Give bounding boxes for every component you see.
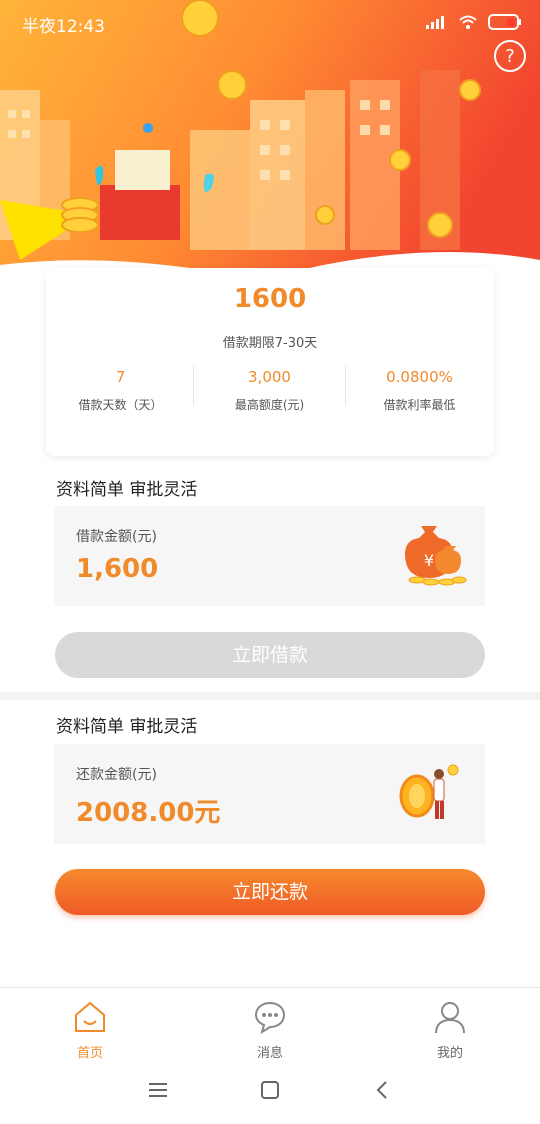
repay-amount-label: 还款金额(元) bbox=[76, 767, 157, 783]
wifi-icon bbox=[459, 15, 477, 29]
repay-section-title: 资料简单 审批灵活 bbox=[56, 717, 198, 737]
menu-icon[interactable] bbox=[149, 1082, 167, 1098]
home-icon bbox=[75, 1001, 105, 1032]
help-icon[interactable]: ? bbox=[494, 40, 526, 72]
repay-amount-value: 2008.00元 bbox=[76, 798, 221, 828]
stat-value: 0.0800% bbox=[386, 368, 453, 386]
loan-section-title: 资料简单 审批灵活 bbox=[56, 480, 198, 500]
money-bag-icon: ¥ bbox=[405, 526, 467, 586]
stat-days: 7 借款天数（天） bbox=[46, 368, 195, 413]
stat-label: 借款天数（天） bbox=[78, 398, 163, 412]
nav-label-messages: 消息 bbox=[256, 1046, 283, 1061]
system-nav-bar bbox=[0, 1062, 540, 1124]
back-icon[interactable] bbox=[376, 1081, 388, 1099]
signal-icon bbox=[426, 16, 444, 29]
nav-label-home: 首页 bbox=[76, 1046, 103, 1061]
nav-label-profile: 我的 bbox=[436, 1046, 463, 1061]
status-time: 半夜12:43 bbox=[22, 17, 105, 37]
summary-card: 1600 借款期限7-30天 7 借款天数（天） 3,000 最高额度(元) 0… bbox=[46, 268, 494, 456]
status-bar: 半夜12:43 bbox=[0, 0, 540, 44]
loan-amount-box: 借款金额(元) 1,600 ¥ bbox=[54, 506, 485, 606]
stat-label: 借款利率最低 bbox=[383, 398, 456, 412]
nav-item-home[interactable]: 首页 bbox=[30, 1000, 150, 1061]
user-icon bbox=[435, 1002, 465, 1034]
stat-divider bbox=[193, 366, 194, 406]
loan-amount-label: 借款金额(元) bbox=[76, 529, 157, 545]
section-separator bbox=[0, 692, 540, 700]
nav-item-profile[interactable]: 我的 bbox=[390, 1000, 510, 1061]
repay-now-button[interactable]: 立即还款 bbox=[55, 869, 485, 915]
battery-icon bbox=[488, 14, 521, 30]
loan-amount-value: 1,600 bbox=[76, 554, 159, 584]
bottom-nav: 首页 消息 我的 bbox=[0, 987, 540, 1063]
status-icons bbox=[426, 12, 522, 32]
home-square-icon[interactable] bbox=[261, 1081, 279, 1099]
headline-amount: 1600 bbox=[233, 284, 307, 314]
loan-period: 借款期限7-30天 bbox=[222, 336, 318, 351]
borrow-now-button[interactable]: 立即借款 bbox=[55, 632, 485, 678]
repay-amount-box: 还款金额(元) 2008.00元 bbox=[54, 744, 485, 844]
stat-value: 7 bbox=[115, 368, 126, 386]
svg-text:¥: ¥ bbox=[424, 551, 434, 570]
coin-person-icon bbox=[399, 764, 459, 819]
stat-value: 3,000 bbox=[248, 368, 291, 386]
stat-max-amount: 3,000 最高额度(元) bbox=[195, 368, 344, 413]
nav-item-messages[interactable]: 消息 bbox=[210, 1000, 330, 1061]
stat-label: 最高额度(元) bbox=[234, 398, 305, 412]
message-icon bbox=[254, 1001, 286, 1035]
stat-rate: 0.0800% 借款利率最低 bbox=[345, 368, 494, 413]
